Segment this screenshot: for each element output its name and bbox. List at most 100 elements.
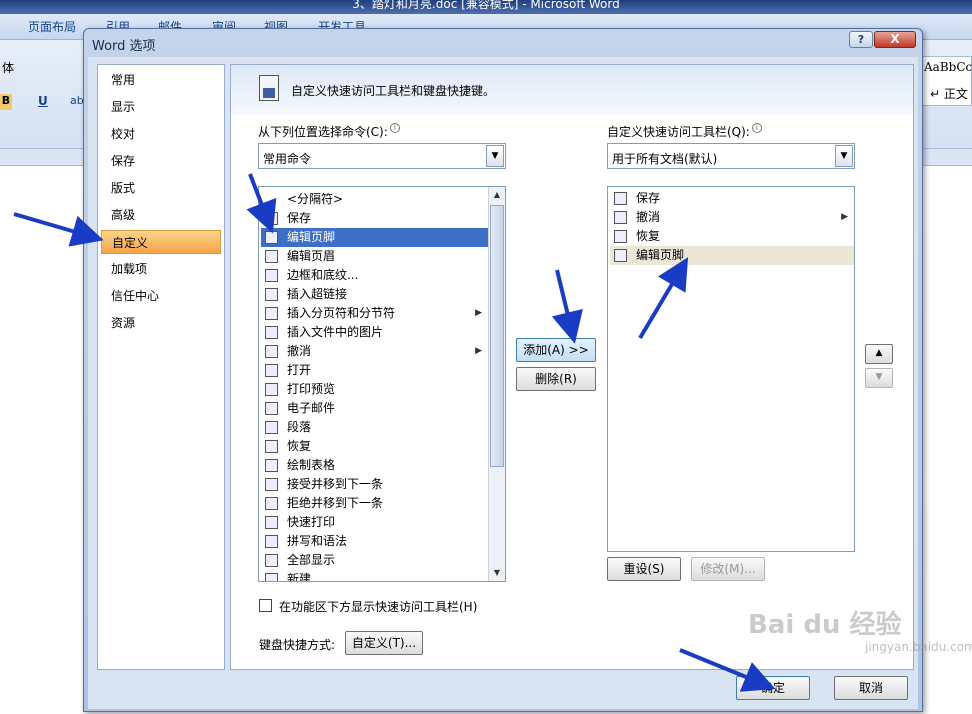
toolbar-item[interactable]: 恢复 [610, 227, 854, 246]
command-item[interactable]: 边框和底纹... [261, 266, 488, 285]
toolbar-item[interactable]: 撤消 ▶ [610, 208, 854, 227]
command-label: 打开 [287, 363, 312, 377]
command-item[interactable]: 保存 [261, 209, 488, 228]
pane-header-text: 自定义快速访问工具栏和键盘快捷键。 [291, 84, 496, 98]
window-title: 3、踏灯和月亮.doc [兼容模式] - Microsoft Word [352, 0, 620, 11]
baidu-watermark: Bai du 经验 [748, 610, 902, 640]
customize-toolbar-dropdown[interactable]: 用于所有文档(默认) ▼ [607, 143, 855, 169]
scroll-down-icon[interactable]: ▼ [489, 565, 505, 581]
command-label: 绘制表格 [287, 458, 336, 472]
cancel-button[interactable]: 取消 [834, 676, 908, 700]
style-gallery[interactable]: AaBbCcD ↵ 正文 [921, 56, 972, 106]
command-item[interactable]: 编辑页脚 [261, 228, 488, 247]
bold-icon[interactable]: B [0, 94, 12, 110]
command-item[interactable]: 打印预览 [261, 380, 488, 399]
show-all-icon [265, 554, 278, 567]
nav-item-proofing[interactable]: 校对 [101, 122, 221, 146]
command-label: 接受并移到下一条 [287, 477, 384, 491]
move-up-button[interactable]: ▲ [865, 344, 893, 364]
dialog-title: Word 选项 [92, 39, 156, 54]
command-label: 撤消 [287, 344, 312, 358]
scroll-up-icon[interactable]: ▲ [489, 187, 505, 203]
add-button[interactable]: 添加(A) >> [516, 338, 596, 362]
undo-icon [265, 345, 278, 358]
chevron-down-icon[interactable]: ▼ [835, 145, 853, 167]
paragraph-icon [265, 421, 278, 434]
commands-list[interactable]: ▲ ▼ <分隔符> 保存 编辑页脚 编辑页眉 边框和底纹... 插入超链接插入分页符和分节… [258, 186, 506, 582]
customize-toolbar-label: 自定义快速访问工具栏(Q): i [607, 123, 762, 140]
nav-item-resources[interactable]: 资源 [101, 311, 221, 335]
command-item[interactable]: 全部显示 [261, 551, 488, 570]
command-item[interactable]: 插入超链接 [261, 285, 488, 304]
command-item[interactable]: 电子邮件 [261, 399, 488, 418]
command-label: 段落 [287, 420, 312, 434]
toolbar-list[interactable]: 保存撤消 ▶ 恢复 编辑页脚 [607, 186, 855, 552]
nav-item-save[interactable]: 保存 [101, 149, 221, 173]
help-button[interactable]: ? [849, 31, 873, 48]
customize-keyboard-button[interactable]: 自定义(T)... [345, 631, 423, 655]
hyperlink-icon [265, 288, 278, 301]
underline-icon[interactable]: U [38, 94, 48, 108]
close-button[interactable]: X [874, 31, 916, 48]
info-icon: i [389, 123, 400, 133]
toolbar-item-label: 撤消 [636, 210, 661, 224]
nav-item-trust-center[interactable]: 信任中心 [101, 284, 221, 308]
open-folder-icon [265, 364, 278, 377]
customize-toolbar-value: 用于所有文档(默认) [612, 152, 718, 166]
command-label: 插入文件中的图片 [287, 325, 384, 339]
command-item[interactable]: <分隔符> [261, 190, 488, 209]
command-item[interactable]: 打开 [261, 361, 488, 380]
command-item[interactable]: 插入分页符和分节符 ▶ [261, 304, 488, 323]
command-item[interactable]: 绘制表格 [261, 456, 488, 475]
options-nav: 常用 显示 校对 保存 版式 高级 自定义 加载项 信任中心 资源 [97, 64, 225, 670]
choose-commands-dropdown[interactable]: 常用命令 ▼ [258, 143, 506, 169]
command-item[interactable]: 拒绝并移到下一条 [261, 494, 488, 513]
command-label: 恢复 [287, 439, 312, 453]
ok-button[interactable]: 确定 [736, 676, 810, 700]
command-item[interactable]: 接受并移到下一条 [261, 475, 488, 494]
save-icon [614, 192, 627, 205]
command-item[interactable]: 新建 [261, 570, 488, 582]
choose-commands-label-text: 从下列位置选择命令(C): [258, 125, 388, 139]
modify-button[interactable]: 修改(M)... [691, 557, 765, 581]
reset-button[interactable]: 重设(S) [607, 557, 681, 581]
move-down-button[interactable]: ▼ [865, 368, 893, 388]
command-item[interactable]: 拼写和语法 [261, 532, 488, 551]
quick-print-icon [265, 516, 278, 529]
command-label: 插入分页符和分节符 [287, 306, 396, 320]
customize-pane: 自定义快速访问工具栏和键盘快捷键。 从下列位置选择命令(C): i 常用命令 ▼ … [230, 64, 914, 670]
command-item[interactable]: 段落 [261, 418, 488, 437]
toolbar-item[interactable]: 编辑页脚 [610, 246, 854, 265]
nav-item-display[interactable]: 显示 [101, 95, 221, 119]
strikethrough-icon[interactable]: ab [70, 94, 84, 107]
chevron-down-icon[interactable]: ▼ [486, 145, 504, 167]
command-item[interactable]: 撤消 ▶ [261, 342, 488, 361]
nav-item-layout[interactable]: 版式 [101, 176, 221, 200]
command-item[interactable]: 恢复 [261, 437, 488, 456]
picture-icon [265, 326, 278, 339]
command-label: 拒绝并移到下一条 [287, 496, 384, 510]
nav-item-advanced[interactable]: 高级 [101, 203, 221, 227]
ribbon-tab[interactable]: 页面布局 [28, 18, 76, 35]
toolbar-item[interactable]: 保存 [610, 189, 854, 208]
undo-icon [614, 211, 627, 224]
nav-item-general[interactable]: 常用 [101, 68, 221, 92]
command-item[interactable]: 编辑页眉 [261, 247, 488, 266]
command-label: 新建 [287, 572, 312, 582]
info-icon: i [751, 123, 762, 133]
nav-item-customize[interactable]: 自定义 [101, 230, 221, 254]
command-label: 快速打印 [287, 515, 336, 529]
toolbar-item-label: 保存 [636, 191, 661, 205]
submenu-arrow-icon: ▶ [475, 346, 482, 356]
commands-scrollbar[interactable]: ▲ ▼ [488, 187, 505, 581]
command-item[interactable]: 插入文件中的图片 [261, 323, 488, 342]
command-label: 插入超链接 [287, 287, 348, 301]
font-name-box[interactable]: 体 [2, 59, 14, 76]
nav-item-addins[interactable]: 加载项 [101, 257, 221, 281]
scroll-thumb[interactable] [490, 205, 504, 467]
footer-icon [614, 249, 627, 262]
choose-commands-value: 常用命令 [263, 152, 312, 166]
command-item[interactable]: 快速打印 [261, 513, 488, 532]
show-below-ribbon-checkbox[interactable] [259, 599, 272, 612]
remove-button[interactable]: 删除(R) [516, 367, 596, 391]
